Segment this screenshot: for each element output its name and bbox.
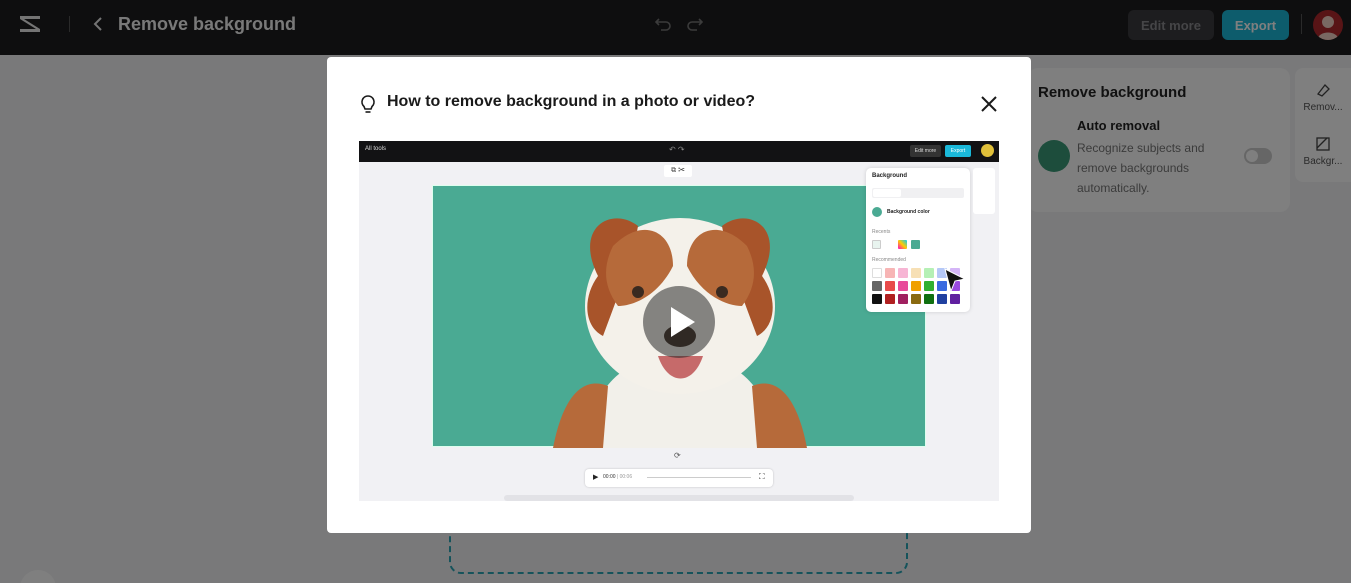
video-bg-color-label: Background color: [887, 209, 930, 215]
video-player-controls: ▶ 00:00 | 00:06 ⛶: [585, 469, 773, 487]
tutorial-modal: How to remove background in a photo or v…: [327, 57, 1031, 533]
close-icon[interactable]: [978, 93, 1000, 115]
time-total: 00:06: [619, 474, 633, 480]
play-button[interactable]: [643, 286, 715, 358]
video-bg-title: Background: [872, 173, 908, 179]
video-time: 00:00 | 00:06: [603, 474, 633, 480]
swatch: [898, 240, 907, 249]
video-rail: [973, 168, 995, 214]
swatch: [885, 240, 894, 249]
video-undo-icon: ↶ ↷: [669, 145, 685, 154]
cursor-icon: [944, 268, 967, 293]
video-bg-tabs: [872, 188, 964, 198]
video-avatar: [981, 144, 994, 157]
video-bg-recommended: Recommended: [872, 257, 906, 263]
video-topbar: All tools ↶ ↷ Edit more Export: [359, 141, 999, 162]
swatch: [911, 240, 920, 249]
swatch: [872, 240, 881, 249]
tutorial-video[interactable]: All tools ↶ ↷ Edit more Export ⧉ ✂ ⟳ ▶ 0…: [359, 141, 999, 501]
video-bottom-shade: [504, 495, 854, 501]
rotate-icon: ⟳: [674, 451, 681, 460]
video-bg-recents: Recents: [872, 229, 891, 235]
video-bg-color-dot: [872, 207, 882, 217]
video-all-tools: All tools: [365, 146, 387, 152]
video-edit-more: Edit more: [910, 145, 941, 157]
modal-title: How to remove background in a photo or v…: [387, 93, 756, 110]
progress-bar: [647, 477, 751, 478]
fullscreen-icon: ⛶: [759, 472, 765, 481]
time-current: 00:00: [603, 474, 616, 480]
mini-play-icon: ▶: [593, 474, 599, 481]
video-export: Export: [945, 145, 971, 157]
video-crop-icon: ⧉ ✂: [664, 165, 692, 177]
lightbulb-icon: [361, 95, 375, 113]
